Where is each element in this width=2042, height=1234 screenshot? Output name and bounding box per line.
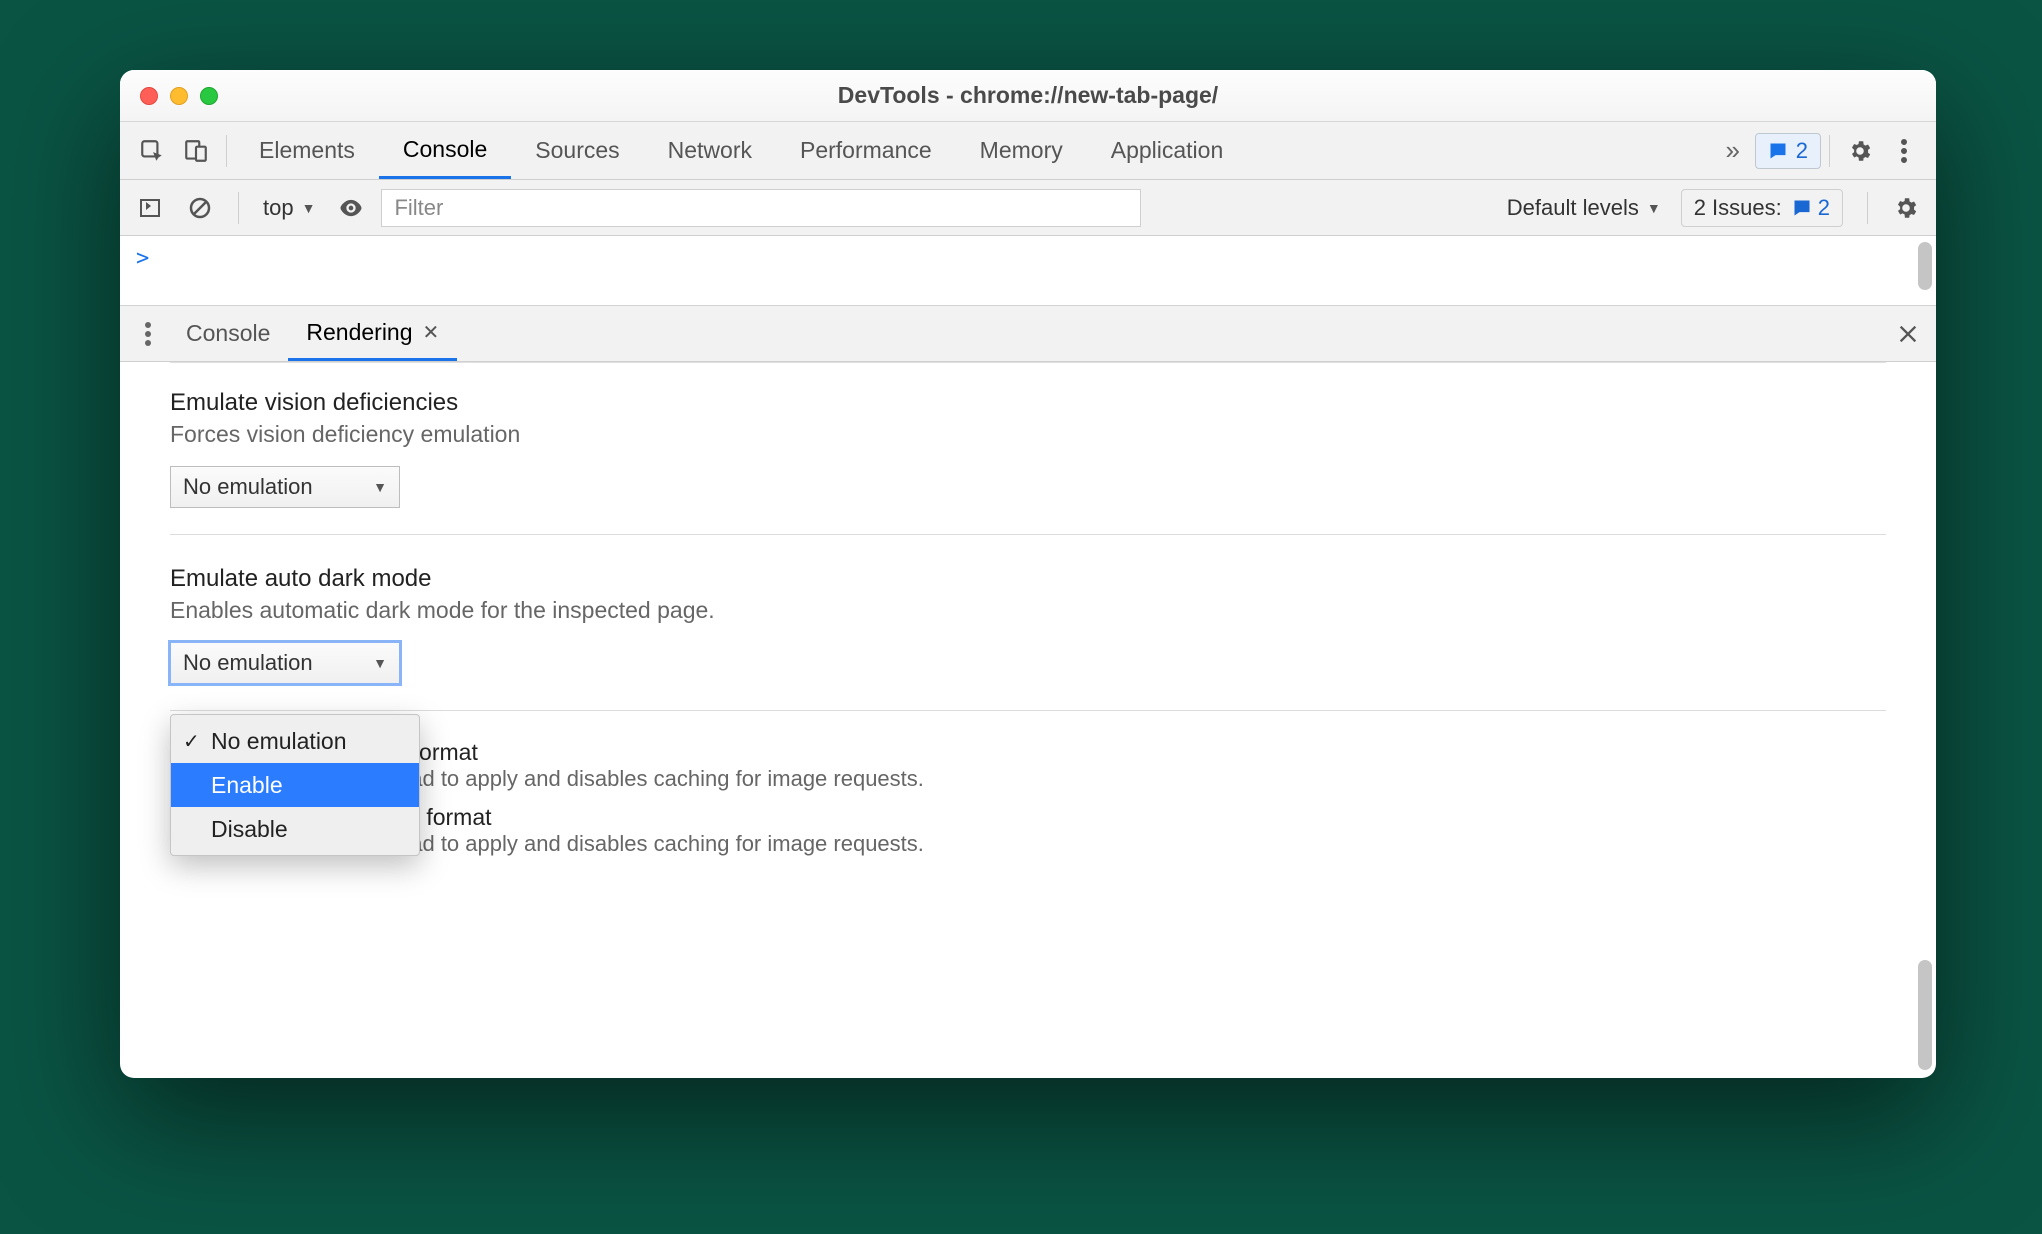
divider — [1867, 192, 1868, 224]
live-expression-icon[interactable] — [331, 188, 371, 228]
chevron-down-icon: ▼ — [1647, 200, 1661, 216]
drawer-tab-console[interactable]: Console — [168, 306, 288, 361]
more-tabs-icon[interactable]: » — [1711, 129, 1755, 173]
tab-memory[interactable]: Memory — [956, 122, 1087, 179]
message-icon — [1768, 141, 1788, 161]
minimize-window-button[interactable] — [170, 87, 188, 105]
close-window-button[interactable] — [140, 87, 158, 105]
rendering-panel: Emulate vision deficiencies Forces visio… — [120, 362, 1936, 1078]
kebab-menu-icon[interactable] — [1882, 129, 1926, 173]
drawer-tab-label: Rendering — [306, 319, 412, 346]
select-value: No emulation — [183, 650, 313, 676]
console-output[interactable]: > — [120, 236, 1936, 306]
console-messages-chip[interactable]: 2 — [1755, 133, 1821, 169]
issues-count: 2 — [1818, 195, 1830, 221]
section-title: Emulate vision deficiencies — [170, 389, 1886, 417]
main-tabstrip: Elements Console Sources Network Perform… — [120, 122, 1936, 180]
chevron-down-icon: ▼ — [302, 200, 316, 216]
console-settings-icon[interactable] — [1886, 188, 1926, 228]
drawer-tab-rendering[interactable]: Rendering ✕ — [288, 306, 457, 361]
auto-dark-mode-options-popup: No emulation Enable Disable — [170, 714, 420, 856]
log-levels-selector[interactable]: Default levels ▼ — [1507, 195, 1661, 221]
tab-network[interactable]: Network — [644, 122, 776, 179]
window-controls — [140, 87, 218, 105]
issues-button[interactable]: 2 Issues: 2 — [1681, 189, 1843, 227]
scrollbar-thumb[interactable] — [1918, 242, 1932, 290]
titlebar: DevTools - chrome://new-tab-page/ — [120, 70, 1936, 122]
section-title: Emulate auto dark mode — [170, 565, 1886, 593]
tab-application[interactable]: Application — [1087, 122, 1248, 179]
divider — [226, 135, 227, 167]
settings-icon[interactable] — [1838, 129, 1882, 173]
chevron-down-icon: ▼ — [373, 655, 387, 671]
tab-sources[interactable]: Sources — [511, 122, 643, 179]
main-tabs: Elements Console Sources Network Perform… — [235, 122, 1247, 179]
message-icon — [1792, 198, 1812, 218]
section-description: Enables automatic dark mode for the insp… — [170, 597, 1886, 624]
message-count: 2 — [1796, 138, 1808, 164]
window-title: DevTools - chrome://new-tab-page/ — [120, 82, 1936, 109]
filter-input[interactable] — [381, 189, 1141, 227]
inspect-element-icon[interactable] — [130, 129, 174, 173]
divider — [1829, 135, 1830, 167]
option-no-emulation[interactable]: No emulation — [171, 719, 419, 763]
auto-dark-mode-select[interactable]: No emulation ▼ — [170, 642, 400, 684]
drawer-tab-label: Console — [186, 320, 270, 347]
option-disable[interactable]: Disable — [171, 807, 419, 851]
vision-deficiency-select[interactable]: No emulation ▼ — [170, 466, 400, 508]
close-tab-icon[interactable]: ✕ — [423, 320, 440, 345]
disable-webp-row: Disable WebP image format Requires a pag… — [170, 798, 1886, 863]
issues-label: 2 Issues: — [1694, 195, 1782, 221]
context-label: top — [263, 195, 294, 221]
section-description: Forces vision deficiency emulation — [170, 421, 1886, 448]
drawer-menu-icon[interactable] — [128, 314, 168, 354]
option-enable[interactable]: Enable — [171, 763, 419, 807]
tab-elements[interactable]: Elements — [235, 122, 379, 179]
console-toolbar: top ▼ Default levels ▼ 2 Issues: 2 — [120, 180, 1936, 236]
chevron-down-icon: ▼ — [373, 479, 387, 495]
select-value: No emulation — [183, 474, 313, 500]
divider — [238, 192, 239, 224]
levels-label: Default levels — [1507, 195, 1639, 221]
toggle-device-toolbar-icon[interactable] — [174, 129, 218, 173]
tab-performance[interactable]: Performance — [776, 122, 956, 179]
drawer-tabstrip: Console Rendering ✕ — [120, 306, 1936, 362]
scrollbar-thumb[interactable] — [1918, 960, 1932, 1070]
context-selector[interactable]: top ▼ — [257, 195, 321, 221]
image-format-section: Disable AVIF image format Requires a pag… — [170, 715, 1886, 863]
disable-avif-row: Disable AVIF image format Requires a pag… — [170, 733, 1886, 798]
toggle-console-sidebar-icon[interactable] — [130, 188, 170, 228]
close-drawer-icon[interactable] — [1888, 314, 1928, 354]
auto-dark-mode-section: Emulate auto dark mode Enables automatic… — [170, 539, 1886, 711]
maximize-window-button[interactable] — [200, 87, 218, 105]
tab-console[interactable]: Console — [379, 122, 511, 179]
console-prompt: > — [136, 246, 149, 271]
clear-console-icon[interactable] — [180, 188, 220, 228]
vision-deficiency-section: Emulate vision deficiencies Forces visio… — [170, 362, 1886, 535]
devtools-window: DevTools - chrome://new-tab-page/ Elemen… — [120, 70, 1936, 1078]
